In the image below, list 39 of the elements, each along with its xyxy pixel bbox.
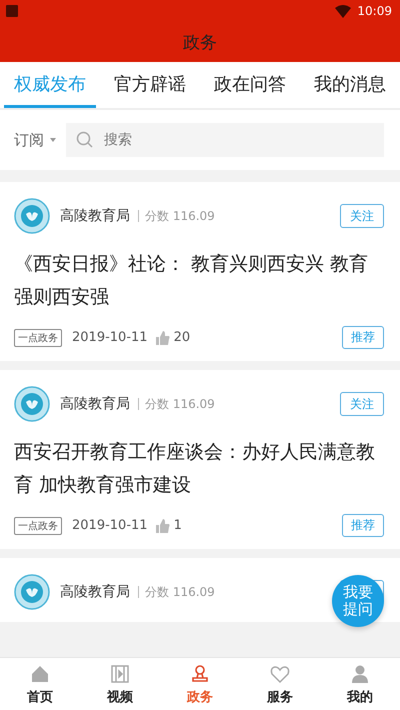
film-icon [109,662,131,684]
stamp-icon [189,662,211,684]
wifi-icon [335,4,352,18]
nav-item[interactable]: 我的 [320,658,400,710]
author-name: 高陵教育局 [60,395,130,413]
thumbs-up-icon [156,330,170,344]
notification-icon [6,5,18,17]
post-date: 2019-10-11 [72,518,148,533]
score-text: 分数 116.09 [138,586,215,598]
page-title: 政务 [183,32,217,54]
post-title: 西安召开教育工作座谈会：办好人民满意教育 加快教育强市建设 [14,440,376,498]
subscribe-dropdown[interactable]: 订阅 [14,130,56,150]
status-time: 10:09 [357,4,392,18]
score-text: 分数 116.09 [138,398,215,410]
source-tag: 一点政务 [14,328,62,346]
thumbs-up-icon [156,518,170,532]
search-icon [76,131,94,149]
tab[interactable]: 我的消息 [304,62,396,108]
person-icon [349,662,371,684]
emblem-icon [14,198,50,234]
tab[interactable]: 政在问答 [204,62,296,108]
source-tag: 一点政务 [14,516,62,534]
like-count: 20 [174,330,190,345]
nav-item[interactable]: 服务 [240,658,320,710]
tab[interactable]: 官方辟谣 [104,62,196,108]
emblem-icon [14,386,50,422]
author-name: 高陵教育局 [60,583,130,601]
search-bar[interactable]: 搜索 [66,123,384,157]
post-date: 2019-10-11 [72,330,148,345]
nav-item[interactable]: 首页 [0,658,80,710]
like-count: 1 [174,518,182,533]
score-text: 分数 116.09 [138,210,215,222]
emblem-icon [14,574,50,610]
author-name: 高陵教育局 [60,207,130,225]
search-field[interactable]: 搜索 [102,131,374,149]
nav-item[interactable]: 视频 [80,658,160,710]
post-title: 《西安日报》社论： 教育兴则西安兴 教育强则西安强 [14,252,370,310]
nav-item[interactable]: 政务 [160,658,240,710]
caret-icon [50,138,56,142]
